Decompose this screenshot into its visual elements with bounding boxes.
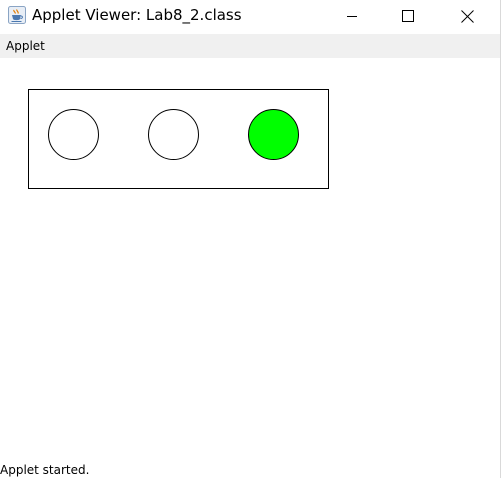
applet-viewer-window: Applet Viewer: Lab8_2.class Applet Apple…: [0, 0, 501, 478]
close-icon: [460, 9, 474, 23]
traffic-light-lamp: [148, 109, 199, 160]
traffic-light-lamp: [48, 109, 99, 160]
maximize-icon: [402, 10, 414, 22]
window-title: Applet Viewer: Lab8_2.class: [32, 6, 242, 24]
menu-bar: Applet: [0, 34, 500, 58]
java-cup-icon: [8, 6, 26, 24]
title-bar[interactable]: Applet Viewer: Lab8_2.class: [0, 0, 501, 33]
close-button[interactable]: [444, 0, 490, 32]
menu-item-applet[interactable]: Applet: [6, 39, 45, 53]
traffic-light-housing: [28, 89, 329, 189]
maximize-button[interactable]: [385, 0, 431, 32]
status-text: Applet started.: [0, 463, 90, 477]
traffic-light-lamp: [248, 109, 299, 160]
minimize-icon: [346, 10, 358, 22]
minimize-button[interactable]: [329, 0, 375, 32]
applet-canvas: [0, 58, 500, 458]
